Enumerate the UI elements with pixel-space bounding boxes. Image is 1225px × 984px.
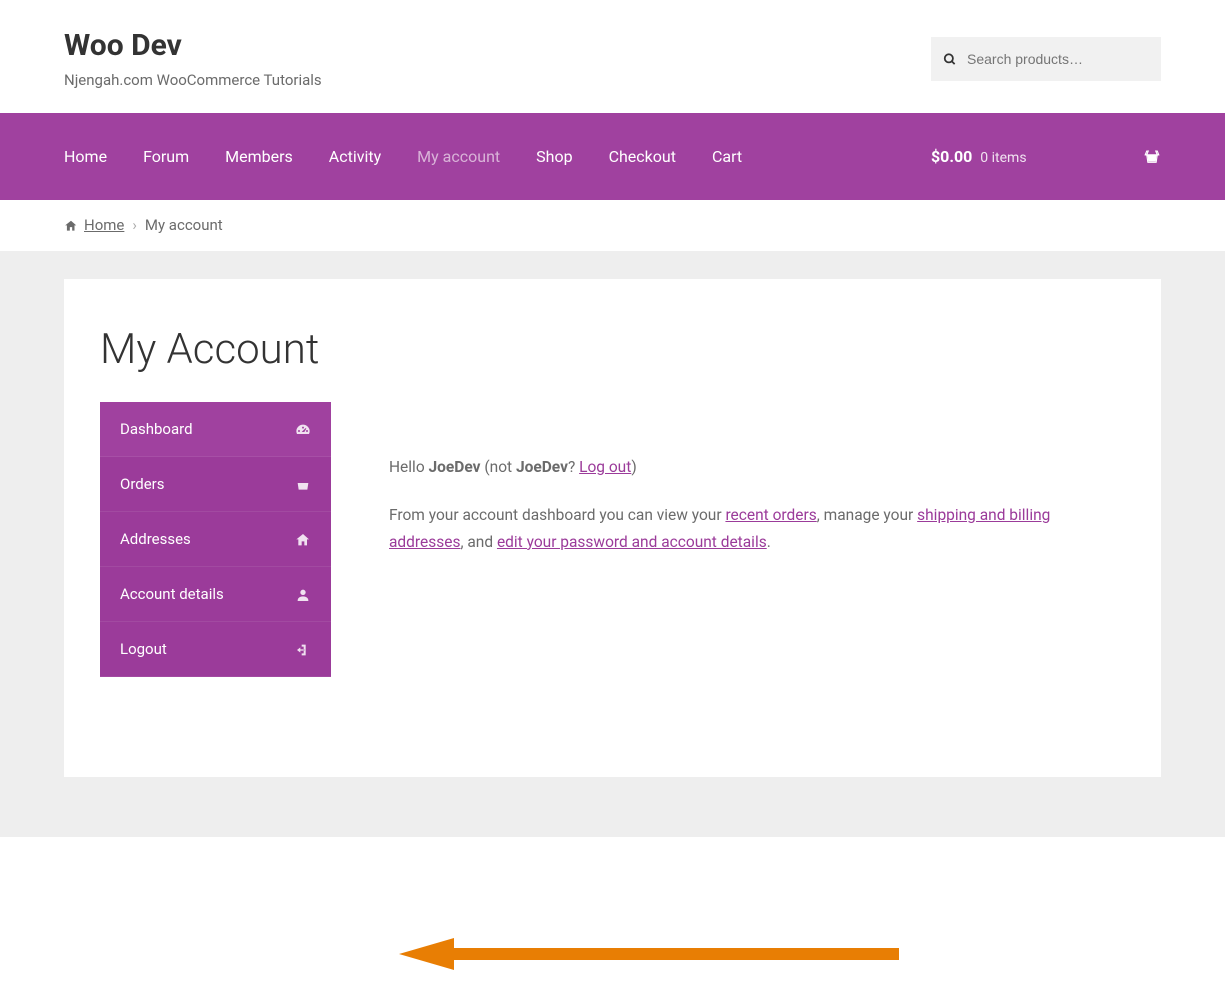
account-details-link[interactable]: edit your password and account details — [497, 533, 767, 551]
nav-item-cart[interactable]: Cart — [712, 147, 742, 166]
account-nav-dashboard[interactable]: Dashboard — [100, 402, 331, 457]
account-content: Hello JoeDev (not JoeDev? Log out) From … — [389, 402, 1125, 677]
nav-item-myaccount[interactable]: My account — [417, 147, 500, 166]
nav-item-members[interactable]: Members — [225, 147, 293, 166]
search-box — [931, 37, 1161, 81]
account-nav-label: Dashboard — [120, 420, 193, 438]
user-icon — [295, 585, 311, 603]
breadcrumb-current: My account — [145, 216, 223, 234]
account-layout: Dashboard Orders Addresses — [100, 402, 1125, 677]
topbar: Woo Dev Njengah.com WooCommerce Tutorial… — [0, 0, 1225, 113]
account-nav-details[interactable]: Account details — [100, 567, 331, 622]
account-nav-label: Account details — [120, 585, 224, 603]
recent-orders-link[interactable]: recent orders — [725, 506, 816, 524]
page-body: My Account Dashboard Orders Addresses — [0, 251, 1225, 837]
breadcrumb: Home › My account — [0, 200, 1225, 251]
account-nav-label: Orders — [120, 475, 165, 493]
basket-icon — [295, 475, 311, 493]
search-icon — [943, 49, 957, 68]
cart-items: 0 items — [980, 150, 1026, 166]
account-nav-addresses[interactable]: Addresses — [100, 512, 331, 567]
breadcrumb-separator: › — [132, 216, 137, 234]
account-nav-logout[interactable]: Logout — [100, 622, 331, 677]
content-card: My Account Dashboard Orders Addresses — [64, 279, 1161, 777]
dashboard-icon — [295, 420, 311, 438]
brand-title: Woo Dev — [64, 28, 322, 63]
basket-icon — [1143, 146, 1161, 167]
nav-item-home[interactable]: Home — [64, 147, 107, 166]
search-input[interactable] — [931, 37, 1161, 81]
brand-tagline: Njengah.com WooCommerce Tutorials — [64, 71, 322, 89]
brand: Woo Dev Njengah.com WooCommerce Tutorial… — [64, 28, 322, 89]
account-nav-label: Logout — [120, 640, 167, 658]
account-nav: Dashboard Orders Addresses — [100, 402, 331, 677]
nav-item-forum[interactable]: Forum — [143, 147, 189, 166]
page-title: My Account — [100, 325, 1125, 374]
cart-summary[interactable]: $0.00 0 items — [931, 146, 1161, 167]
breadcrumb-home-label: Home — [84, 216, 124, 234]
account-nav-label: Addresses — [120, 530, 191, 548]
account-nav-orders[interactable]: Orders — [100, 457, 331, 512]
cart-price: $0.00 — [931, 147, 972, 166]
nav-left: Home Forum Members Activity My account S… — [64, 147, 742, 166]
username: JoeDev — [429, 458, 481, 476]
username-check: JoeDev — [516, 458, 568, 476]
navbar: Home Forum Members Activity My account S… — [0, 113, 1225, 200]
nav-item-shop[interactable]: Shop — [536, 147, 572, 166]
greeting-line: Hello JoeDev (not JoeDev? Log out) — [389, 454, 1125, 480]
logout-link[interactable]: Log out — [579, 458, 631, 476]
annotation-arrow — [394, 924, 904, 984]
nav-item-checkout[interactable]: Checkout — [609, 147, 676, 166]
signout-icon — [295, 640, 311, 658]
home-icon — [295, 530, 311, 548]
home-icon — [64, 216, 78, 234]
dashboard-description: From your account dashboard you can view… — [389, 502, 1125, 555]
nav-item-activity[interactable]: Activity — [329, 147, 381, 166]
breadcrumb-home[interactable]: Home — [64, 216, 124, 234]
